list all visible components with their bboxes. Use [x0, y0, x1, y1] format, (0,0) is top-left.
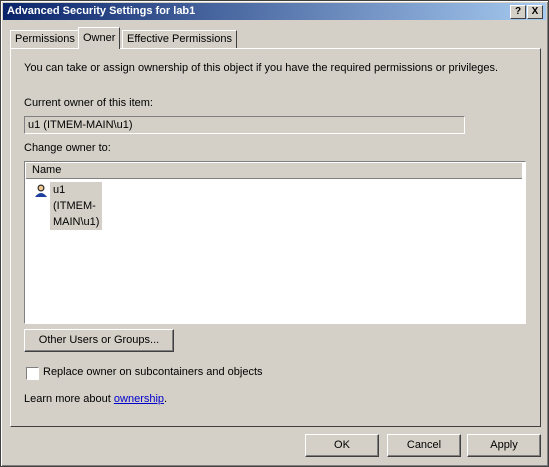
other-users-groups-button[interactable]: Other Users or Groups... — [24, 329, 174, 352]
help-button[interactable]: ? — [510, 5, 526, 19]
intro-text: You can take or assign ownership of this… — [24, 62, 499, 74]
list-item-label: u1 (ITMEM-MAIN\u1) — [50, 182, 103, 230]
learn-suffix: . — [164, 393, 168, 405]
column-name-header[interactable]: Name — [32, 164, 61, 176]
ownership-link[interactable]: ownership — [114, 393, 164, 405]
window-title: Advanced Security Settings for lab1 — [7, 5, 196, 17]
learn-more-text: Learn more about ownership. — [24, 393, 167, 405]
current-owner-field: u1 (ITMEM-MAIN\u1) — [24, 116, 465, 134]
close-button[interactable]: X — [527, 5, 543, 19]
replace-owner-checkbox[interactable] — [26, 367, 39, 380]
change-owner-label: Change owner to: — [24, 142, 111, 154]
list-header[interactable]: Name — [26, 163, 522, 179]
replace-owner-label: Replace owner on subcontainers and objec… — [43, 366, 263, 378]
tab-owner[interactable]: Owner — [78, 27, 121, 49]
dialog-window: Advanced Security Settings for lab1 ? X … — [0, 0, 549, 467]
tab-permissions[interactable]: Permissions — [10, 30, 80, 49]
apply-button[interactable]: Apply — [467, 434, 541, 457]
learn-prefix: Learn more about — [24, 393, 114, 405]
owner-list[interactable]: Name u1 (ITMEM-MAIN\u1) — [24, 161, 526, 324]
ok-button[interactable]: OK — [305, 434, 379, 457]
current-owner-label: Current owner of this item: — [24, 97, 153, 109]
title-bar[interactable]: Advanced Security Settings for lab1 ? X — [3, 3, 546, 20]
user-icon — [35, 184, 47, 197]
tab-effective-permissions[interactable]: Effective Permissions — [122, 30, 237, 49]
cancel-button[interactable]: Cancel — [387, 434, 461, 457]
